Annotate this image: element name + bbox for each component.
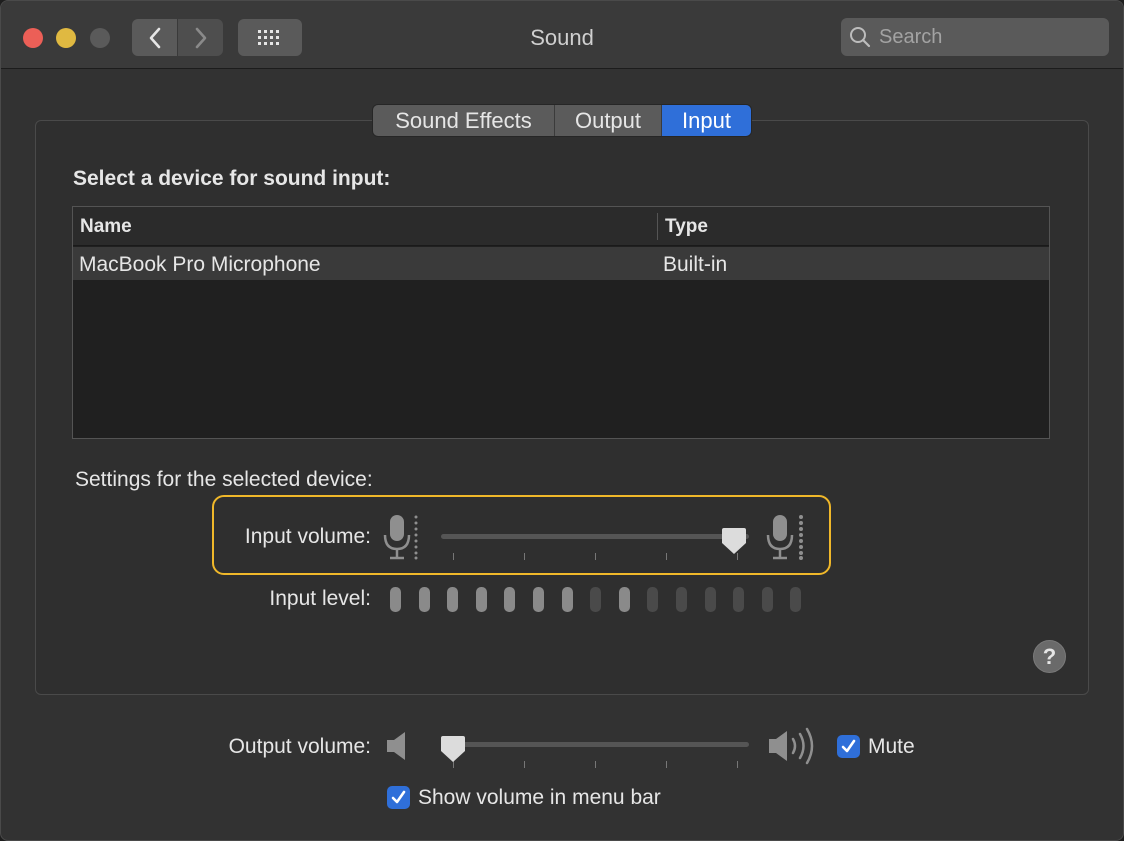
device-section-heading: Select a device for sound input: [73,167,391,190]
table-row[interactable]: MacBook Pro Microphone Built-in [73,247,1049,280]
speaker-high-icon [769,727,814,765]
tab-output[interactable]: Output [555,105,662,136]
slider-tick [453,553,454,560]
slider-tick [595,553,596,560]
slider-tick [595,761,596,768]
input-level-bar [447,587,459,612]
mute-label[interactable]: Mute [868,735,915,759]
input-volume-label: Input volume: [244,525,371,548]
microphone-high-icon [766,515,803,560]
slider-tick [737,761,738,768]
input-level-bar [504,587,516,612]
checkmark-icon [391,790,406,804]
device-table[interactable]: Name Type MacBook Pro Microphone Built-i… [72,206,1050,439]
input-level-bar [561,587,573,612]
input-level-bar [704,587,716,612]
tab-sound-effects[interactable]: Sound Effects [373,105,555,136]
speaker-low-icon [387,732,405,760]
mute-checkbox[interactable] [837,735,860,758]
input-level-bar [733,587,745,612]
column-divider [657,213,658,240]
show-volume-in-menu-bar-checkbox[interactable] [387,786,410,809]
show-volume-in-menu-bar-label[interactable]: Show volume in menu bar [418,786,661,810]
output-volume-slider-thumb[interactable] [440,735,466,763]
slider-tick [666,553,667,560]
column-header-type[interactable]: Type [665,216,708,238]
input-volume-track[interactable] [441,534,749,539]
input-level-bar [418,587,430,612]
input-level-label: Input level: [269,587,371,610]
output-volume-track[interactable] [441,742,749,747]
title-bar: Sound [1,1,1123,69]
slider-tick [524,553,525,560]
column-header-name[interactable]: Name [80,216,132,238]
search-field[interactable] [841,18,1109,56]
search-icon [850,27,871,48]
input-level-bar [590,587,602,612]
slider-tick [666,761,667,768]
input-volume-slider-thumb[interactable] [721,527,747,555]
help-button[interactable]: ? [1033,640,1066,673]
device-type-cell: Built-in [663,253,728,276]
tab-input[interactable]: Input [662,105,751,136]
input-level-bar [390,587,401,612]
tab-bar: Sound Effects Output Input [372,104,752,137]
settings-heading: Settings for the selected device: [75,468,373,491]
input-level-bar [475,587,487,612]
microphone-low-icon [383,515,418,560]
sound-preferences-window: Sound Sound Effects Output Input Select … [0,0,1124,841]
table-header: Name Type [73,207,1049,246]
search-input[interactable] [879,25,1099,49]
input-level-bar [618,587,630,612]
device-name-cell: MacBook Pro Microphone [79,253,321,276]
input-level-bar [676,587,687,612]
input-level-bar [533,587,544,612]
input-level-bar [647,587,659,612]
input-level-bar [790,587,802,612]
input-level-bar [761,587,773,612]
output-volume-label: Output volume: [228,735,371,758]
slider-tick [524,761,525,768]
checkmark-icon [841,739,856,753]
